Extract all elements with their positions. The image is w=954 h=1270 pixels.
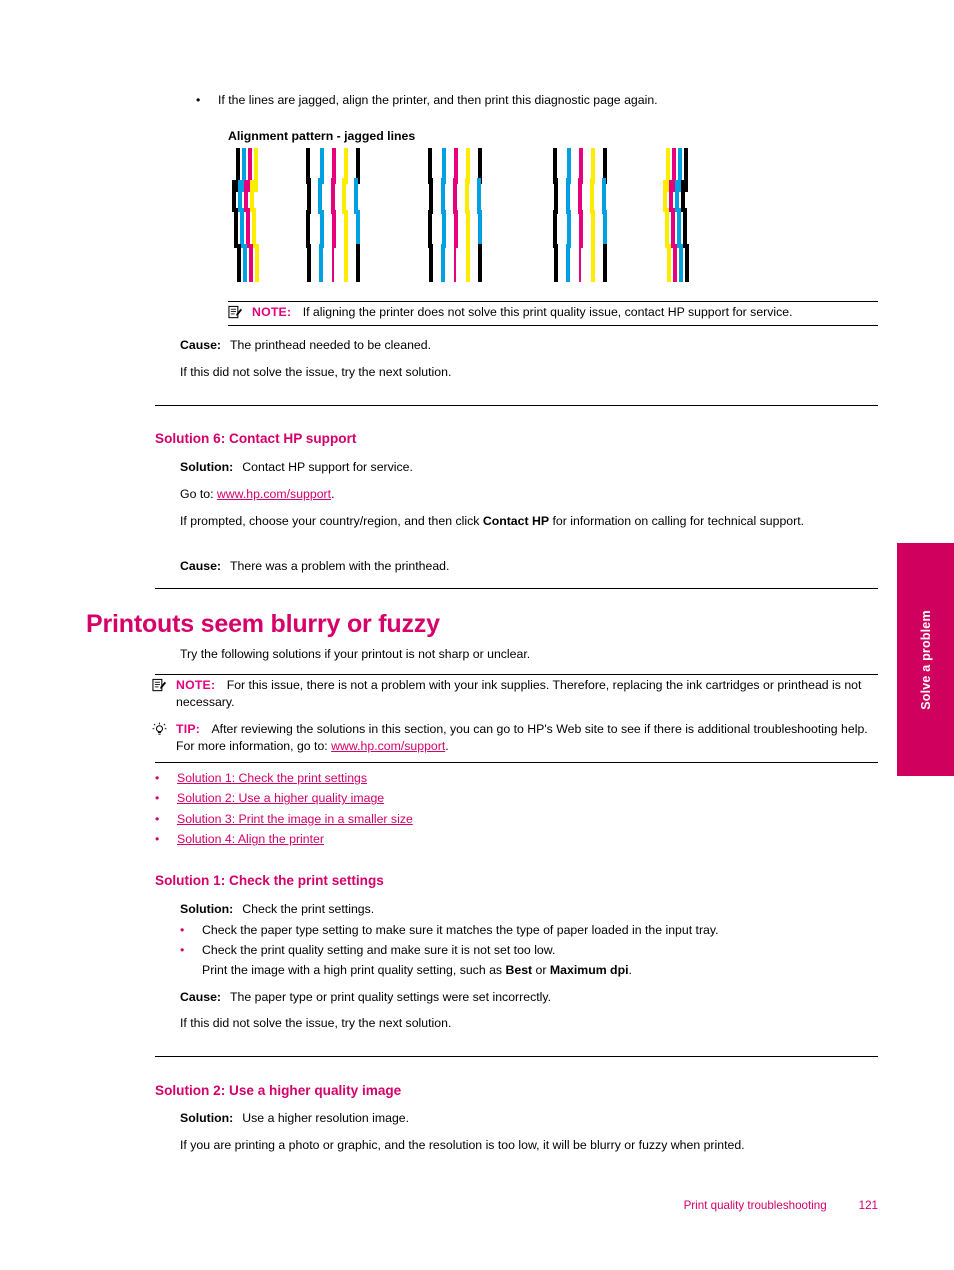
side-thumb-tab: Solve a problem	[897, 543, 954, 776]
pattern-group	[428, 148, 488, 282]
solution-text: Contact HP support for service.	[242, 460, 413, 474]
solution1-cause-row: Cause: The paper type or print quality s…	[180, 989, 880, 1006]
lightbulb-icon	[152, 721, 176, 742]
solution1-bullet-2: • Check the print quality setting and ma…	[180, 942, 880, 959]
prompt-text-2: for information on calling for technical…	[549, 514, 805, 528]
solution-label: Solution:	[180, 460, 234, 474]
cause-label: Cause:	[180, 338, 222, 352]
subtext-2: or	[532, 963, 550, 977]
solution6-bottom-rule	[155, 588, 878, 589]
main-intro-text: Try the following solutions if your prin…	[180, 647, 531, 661]
bullet-marker: •	[155, 771, 160, 785]
tip-admonition: TIP: After reviewing the solutions in th…	[152, 721, 880, 754]
figure-caption: Alignment pattern - jagged lines	[228, 129, 416, 143]
page-title: Printouts seem blurry or fuzzy	[86, 610, 440, 638]
solution1-bullet-1-text: Check the paper type setting to make sur…	[202, 923, 719, 937]
solution6-prompt-paragraph: If prompted, choose your country/region,…	[180, 513, 878, 530]
solution1-bullet-2-text: Check the print quality setting and make…	[202, 943, 556, 957]
bullet-marker: •	[155, 791, 160, 806]
intro-bullet-text: If the lines are jagged, align the print…	[218, 93, 658, 107]
page-footer: Print quality troubleshooting 121	[0, 1199, 954, 1212]
link-solution-2[interactable]: Solution 2: Use a higher quality image	[177, 790, 384, 807]
note-top-rule	[228, 301, 878, 302]
tip-keyword: TIP:	[176, 722, 201, 736]
cause-text: There was a problem with the printhead.	[230, 559, 450, 573]
maximum-dpi-bold: Maximum dpi	[549, 963, 629, 977]
best-bold: Best	[505, 963, 533, 977]
list-item[interactable]: • Solution 1: Check the print settings	[155, 770, 675, 790]
solution2-heading: Solution 2: Use a higher quality image	[155, 1083, 402, 1098]
link-solution-3[interactable]: Solution 3: Print the image in a smaller…	[177, 811, 413, 828]
tip-text-wrap: TIP: After reviewing the solutions in th…	[176, 721, 880, 754]
pattern-group	[306, 148, 366, 282]
note-icon	[152, 677, 176, 698]
solution1-next-text: If this did not solve the issue, try the…	[180, 1016, 452, 1030]
cause-label: Cause:	[180, 990, 222, 1004]
solution1-heading: Solution 1: Check the print settings	[155, 873, 384, 888]
solution6-solution-row: Solution: Contact HP support for service…	[180, 459, 880, 476]
subtext-3: .	[628, 963, 632, 977]
subtext-1: Print the image with a high print qualit…	[202, 963, 506, 977]
pattern-group	[553, 148, 613, 282]
footer-chapter: Print quality troubleshooting	[683, 1199, 827, 1212]
hp-support-link-1[interactable]: www.hp.com/support	[217, 487, 331, 501]
solution6-heading: Solution 6: Contact HP support	[155, 431, 357, 446]
main-tip-bottom-rule	[155, 762, 878, 763]
solution2-solution-row: Solution: Use a higher resolution image.	[180, 1110, 880, 1127]
cause-text: The paper type or print quality settings…	[230, 990, 552, 1004]
pattern-group	[658, 148, 698, 282]
note-keyword: NOTE:	[176, 678, 216, 692]
intro-bullet-row: • If the lines are jagged, align the pri…	[196, 92, 896, 109]
solution-text: Use a higher resolution image.	[242, 1111, 410, 1125]
solution-label: Solution:	[180, 1111, 234, 1125]
note-text-wrap: NOTE: For this issue, there is not a pro…	[176, 677, 880, 710]
list-item[interactable]: • Solution 4: Align the printer	[155, 831, 675, 851]
side-tab-label: Solve a problem	[918, 609, 933, 710]
tip-text-1: After reviewing the solutions in this se…	[176, 722, 868, 753]
list-item[interactable]: • Solution 2: Use a higher quality image	[155, 790, 675, 810]
solution-text: Check the print settings.	[242, 902, 375, 916]
hp-support-link-2[interactable]: www.hp.com/support	[331, 739, 445, 753]
note-admonition-2: NOTE: For this issue, there is not a pro…	[152, 677, 880, 710]
bullet-marker: •	[155, 832, 160, 847]
main-note-top-rule	[155, 674, 878, 675]
bullet-marker: •	[180, 943, 185, 957]
cause-text: The printhead needed to be cleaned.	[230, 338, 432, 352]
solution1-solution-row: Solution: Check the print settings.	[180, 901, 880, 918]
link-solution-1[interactable]: Solution 1: Check the print settings	[177, 770, 367, 787]
solutions-link-list: • Solution 1: Check the print settings •…	[155, 770, 675, 852]
bullet-marker: •	[180, 923, 185, 937]
solution1-bullet-1: • Check the paper type setting to make s…	[180, 922, 880, 939]
solution6-goto-row: Go to: www.hp.com/support.	[180, 486, 880, 503]
solution2-top-rule	[155, 1056, 878, 1057]
solution6-cause-row: Cause: There was a problem with the prin…	[180, 558, 880, 575]
cause-label: Cause:	[180, 559, 222, 573]
prompt-text-1: If prompted, choose your country/region,…	[180, 514, 483, 528]
alignment-pattern-image	[228, 148, 689, 282]
footer-page-number: 121	[858, 1199, 878, 1212]
note-text: For this issue, there is not a problem w…	[176, 678, 862, 709]
contact-hp-bold: Contact HP	[482, 514, 550, 528]
note-icon	[228, 304, 252, 325]
next-solution-text-top: If this did not solve the issue, try the…	[180, 365, 452, 379]
solution2-body-text: If you are printing a photo or graphic, …	[180, 1138, 745, 1152]
pattern-group	[228, 148, 278, 282]
goto-suffix: .	[331, 487, 335, 501]
note-bottom-rule	[228, 325, 878, 326]
document-page: • If the lines are jagged, align the pri…	[0, 0, 954, 1270]
solution1-subtext: Print the image with a high print qualit…	[202, 962, 882, 979]
bullet-marker: •	[196, 93, 201, 107]
solution-label: Solution:	[180, 902, 234, 916]
tip-text-2: .	[445, 738, 449, 753]
cause-row-top: Cause: The printhead needed to be cleane…	[180, 337, 880, 354]
note-admonition-1: NOTE: If aligning the printer does not s…	[228, 304, 880, 325]
note-text-wrap: NOTE: If aligning the printer does not s…	[252, 304, 880, 321]
list-item[interactable]: • Solution 3: Print the image in a small…	[155, 811, 675, 831]
link-solution-4[interactable]: Solution 4: Align the printer	[177, 831, 324, 848]
note-keyword: NOTE:	[252, 305, 292, 319]
bullet-marker: •	[155, 811, 160, 826]
goto-prefix: Go to:	[180, 487, 217, 501]
note-text: If aligning the printer does not solve t…	[302, 305, 793, 319]
solution6-top-rule	[155, 405, 878, 406]
